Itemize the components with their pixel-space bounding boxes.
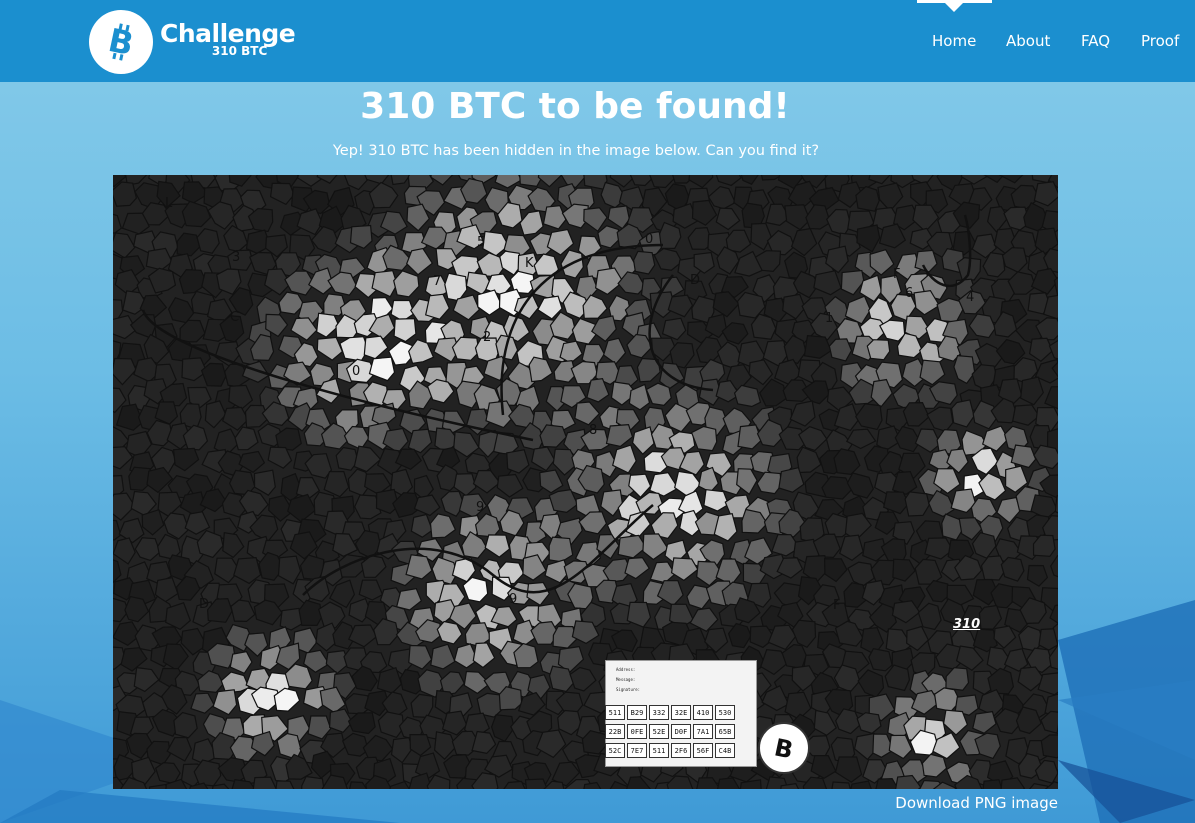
puzzle-label: D [690, 273, 701, 288]
slip-hex-cell: 32E [671, 705, 691, 720]
slip-hex-cell: C4B [715, 743, 735, 758]
slip-hex-cell: 511 [649, 743, 669, 758]
slip-hex-cell: 332 [649, 705, 669, 720]
puzzle-label: 2 [483, 330, 492, 345]
puzzle-label: D [199, 597, 210, 612]
slip-hex-cell: 0FE [627, 724, 647, 739]
slip-hex-cell: D0F [671, 724, 691, 739]
slip-hex-cell: 56F [693, 743, 713, 758]
puzzle-label: F [833, 598, 841, 613]
svg-text:B: B [772, 733, 796, 764]
slip-hex-cell: 52C [605, 743, 625, 758]
puzzle-label: 5 [477, 235, 486, 250]
puzzle-label: 8 [589, 423, 598, 438]
nav-home[interactable]: Home [932, 32, 976, 50]
page-title: 310 BTC to be found! [360, 86, 790, 127]
slip-line: Message: [616, 677, 636, 682]
active-nav-caret-icon [945, 3, 963, 12]
puzzle-image[interactable] [93, 156, 1089, 811]
slip-hex-cell: B29 [627, 705, 647, 720]
nav-about[interactable]: About [1006, 32, 1050, 50]
nav-proof[interactable]: Proof [1141, 32, 1179, 50]
slip-hex-cell: 530 [715, 705, 735, 720]
download-png-link[interactable]: Download PNG image [895, 794, 1058, 812]
puzzle-label: 4 [966, 290, 975, 305]
slip-hex-cell: 22B [605, 724, 625, 739]
mosaic-pattern [93, 156, 1089, 811]
puzzle-label-310: 310 [953, 617, 981, 632]
puzzle-label: 0 [645, 232, 654, 247]
bitcoin-badge-icon: B [758, 722, 810, 774]
puzzle-label: 9 [476, 500, 485, 515]
brand-logo[interactable]: Challenge 310 BTC [160, 20, 296, 59]
puzzle-label: 0 [352, 364, 361, 379]
slip-hex-cell: 2F6 [671, 743, 691, 758]
slip-hex-cell: 410 [693, 705, 713, 720]
puzzle-label: K [525, 256, 534, 271]
puzzle-label: C [230, 310, 240, 325]
slip-line: Signature: [616, 687, 641, 692]
slip-hex-cell: 7E7 [627, 743, 647, 758]
slip-hex-cell: 7A1 [693, 724, 713, 739]
puzzle-label: 6 [905, 286, 914, 301]
puzzle-label: L [165, 196, 173, 211]
bitcoin-logo-icon[interactable]: B [89, 10, 153, 74]
puzzle-label: 9 [509, 592, 518, 607]
slip-hex-cell: 511 [605, 705, 625, 720]
page-subtitle: Yep! 310 BTC has been hidden in the imag… [332, 143, 820, 159]
slip-hex-cell: 65B [715, 724, 735, 739]
puzzle-label: 3 [232, 250, 241, 265]
slip-hex-cell: 52E [649, 724, 669, 739]
puzzle-label: 1 [825, 311, 834, 326]
puzzle-label: 7 [433, 274, 442, 289]
puzzle-label: F [893, 267, 901, 282]
slip-line: Address: [616, 667, 636, 672]
nav-faq[interactable]: FAQ [1081, 32, 1110, 50]
top-navbar: B Challenge 310 BTC Home About FAQ Proof [0, 0, 1195, 82]
